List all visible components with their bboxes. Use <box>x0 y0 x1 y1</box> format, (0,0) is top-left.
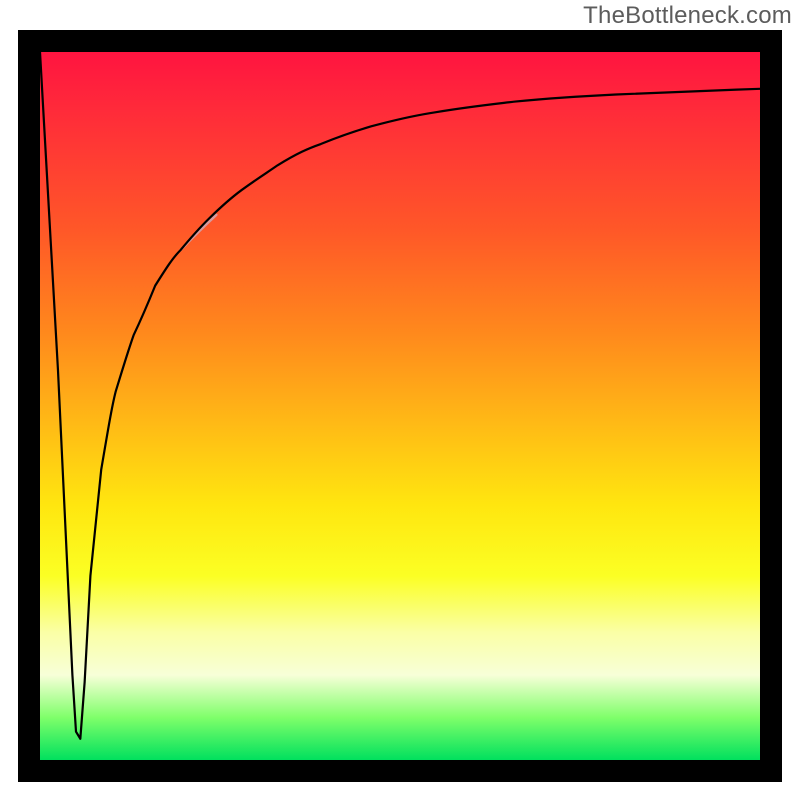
bottleneck-curve <box>40 52 760 760</box>
curve-main <box>40 52 760 739</box>
chart-stage: TheBottleneck.com <box>0 0 800 800</box>
watermark-text: TheBottleneck.com <box>583 2 792 30</box>
chart-frame <box>18 30 782 782</box>
plot-area <box>40 52 760 760</box>
